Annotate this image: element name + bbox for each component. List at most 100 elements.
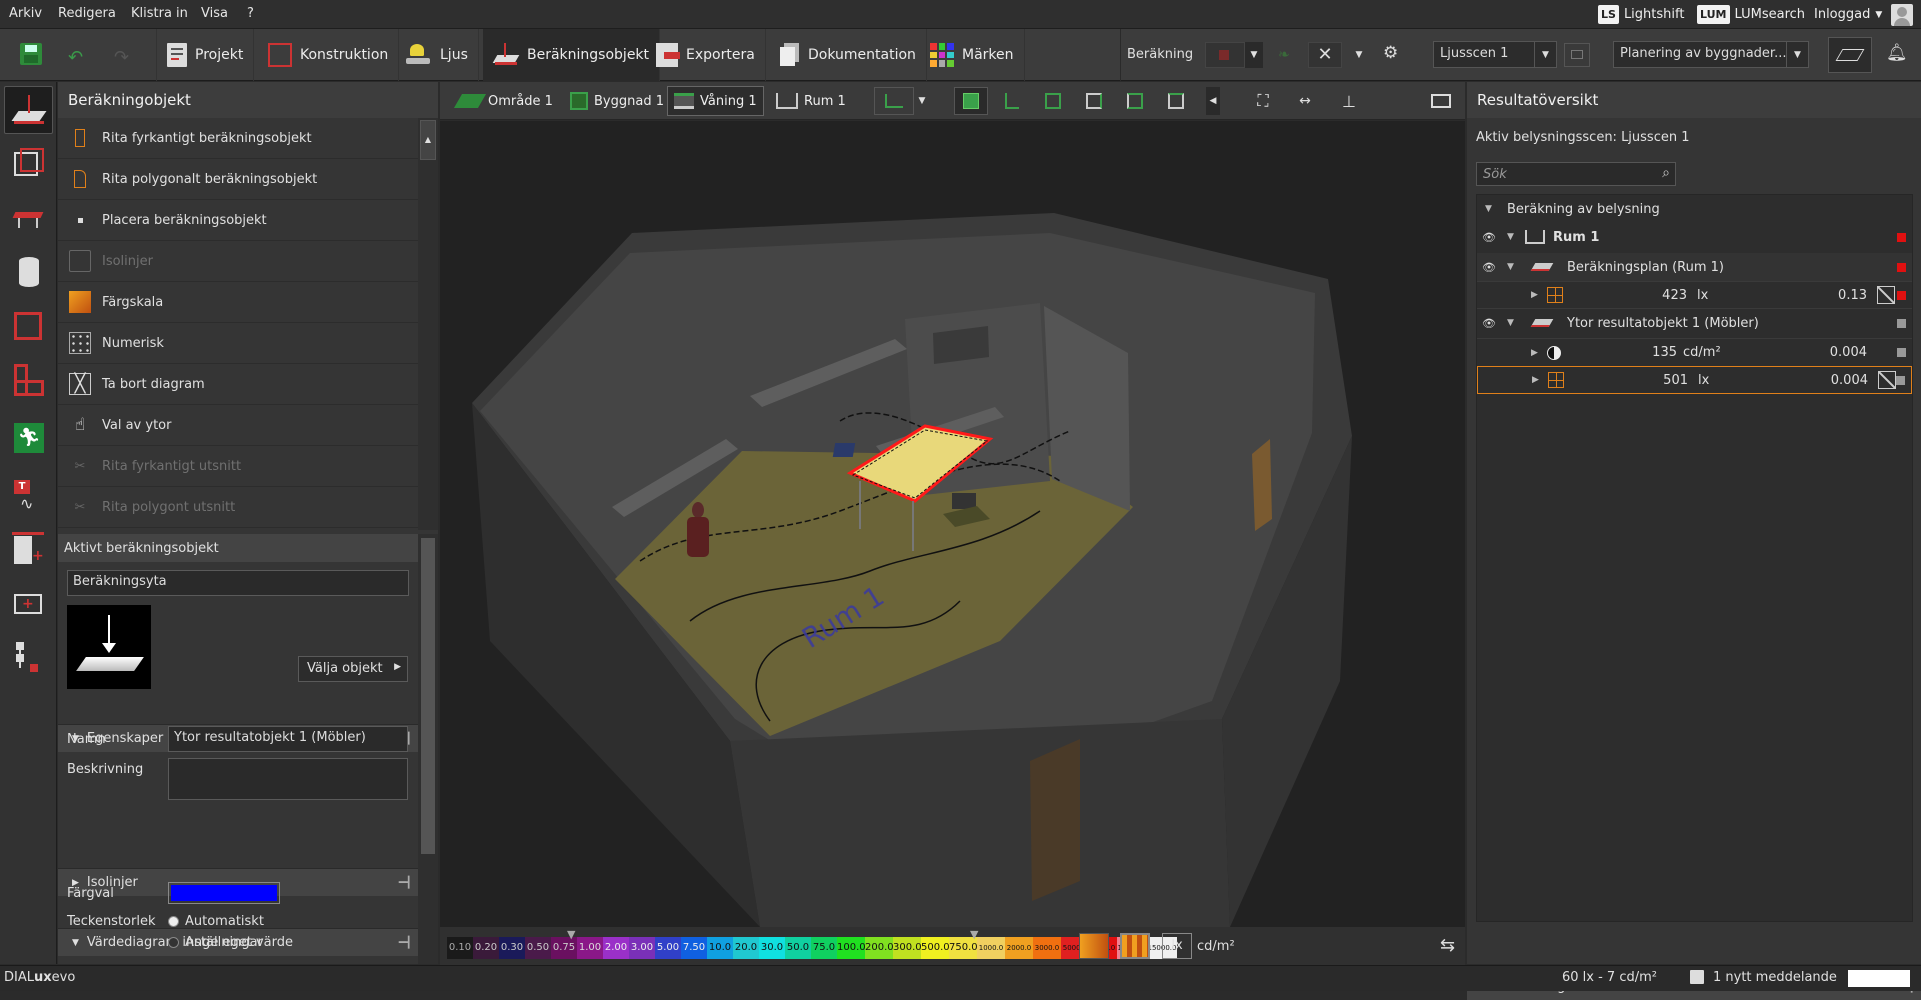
- tool-select-surfaces[interactable]: ☝ Val av ytor: [58, 405, 418, 446]
- menu-help[interactable]: ?: [247, 6, 254, 21]
- pin-icon[interactable]: ━┫: [399, 876, 412, 889]
- tab-projekt[interactable]: Projekt: [156, 29, 255, 81]
- radio-auto[interactable]: Automatiskt: [168, 914, 264, 929]
- l-view-icon[interactable]: [995, 87, 1029, 115]
- tab-exportera[interactable]: Exportera: [646, 29, 766, 81]
- measure-icon[interactable]: ↔: [1288, 87, 1322, 115]
- tab-ljus[interactable]: Ljus: [396, 29, 479, 81]
- tree-luminance-row[interactable]: ▶ 135 cd/m² 0.004: [1477, 338, 1912, 366]
- chevron-left-icon[interactable]: ◀: [1206, 87, 1220, 115]
- tool-numeric[interactable]: Numerisk: [58, 323, 418, 364]
- active-object-field[interactable]: Beräkningsyta: [67, 570, 409, 596]
- scene-select[interactable]: Ljusscen 1 ▼: [1433, 41, 1557, 68]
- pin-icon[interactable]: ━┫: [399, 936, 412, 949]
- gradient-mode-icon[interactable]: [1079, 933, 1109, 959]
- cancel-calc-icon[interactable]: ✕: [1308, 42, 1342, 68]
- dot-icon: [68, 208, 92, 232]
- bell-icon[interactable]: 🔔︎: [1886, 43, 1908, 63]
- eye-icon[interactable]: 👁︎: [1482, 261, 1496, 274]
- monitor-icon[interactable]: [1564, 43, 1590, 67]
- curve-chart-icon[interactable]: [1877, 286, 1895, 304]
- chevron-down-icon[interactable]: ▼: [1350, 42, 1368, 68]
- tool-remove-diagram[interactable]: ╳ Ta bort diagram: [58, 364, 418, 405]
- tool-draw-polygon[interactable]: Rita polygonalt beräkningsobjekt: [58, 159, 418, 200]
- planning-select[interactable]: Planering av byggnader... ▼: [1613, 41, 1809, 68]
- display-icon[interactable]: [1424, 87, 1458, 115]
- tool-list-scrollbar[interactable]: ▲: [418, 118, 438, 530]
- axes-icon[interactable]: ⊥: [1332, 87, 1366, 115]
- calc-start-button[interactable]: [1205, 42, 1245, 68]
- lumsearch-button[interactable]: LUM LUMsearch: [1697, 2, 1805, 27]
- eye-icon[interactable]: 👁︎: [1482, 231, 1496, 244]
- eye-icon[interactable]: 👁︎: [1482, 317, 1496, 330]
- table-surface-icon[interactable]: [4, 194, 53, 242]
- crumb-label: Våning 1: [700, 93, 757, 109]
- add-surface-icon[interactable]: +: [4, 526, 53, 574]
- results-search[interactable]: Sök ⌕: [1476, 162, 1676, 186]
- menu-visa[interactable]: Visa: [201, 6, 228, 21]
- curve-chart-icon[interactable]: [1878, 371, 1896, 389]
- tab-marken[interactable]: Märken: [920, 29, 1025, 81]
- tool-draw-rect[interactable]: Rita fyrkantigt beräkningsobjekt: [58, 118, 418, 159]
- swap-arrows-icon[interactable]: ⇆: [1440, 935, 1455, 956]
- 3d-viewport[interactable]: Rum 1: [440, 121, 1465, 927]
- crumb-room[interactable]: Rum 1: [770, 86, 852, 116]
- cube-view-3-icon[interactable]: [1118, 87, 1152, 115]
- tab-konstruktion[interactable]: Konstruktion: [258, 29, 400, 81]
- room-box-icon[interactable]: [4, 302, 53, 350]
- tab-dokumentation[interactable]: Dokumentation: [770, 29, 927, 81]
- chevron-down-icon[interactable]: ▼: [914, 87, 930, 115]
- cube-view-1-icon[interactable]: [1036, 87, 1070, 115]
- description-field[interactable]: [168, 758, 408, 800]
- hierarchy-icon[interactable]: [4, 634, 53, 682]
- floor-plan-icon[interactable]: [1828, 37, 1872, 73]
- user-menu[interactable]: Inloggad ▼: [1814, 2, 1914, 27]
- crumb-area[interactable]: Område 1: [452, 86, 559, 116]
- tool-color-scale[interactable]: Färgskala: [58, 282, 418, 323]
- unit-lx-button[interactable]: lx: [1162, 933, 1192, 959]
- tool-label: Rita fyrkantigt beräkningsobjekt: [102, 130, 312, 146]
- tree-room-row[interactable]: 👁︎ ▼ Rum 1: [1477, 223, 1912, 251]
- save-icon[interactable]: [20, 43, 42, 65]
- solid-view-icon[interactable]: [954, 87, 988, 115]
- name-field[interactable]: Ytor resultatobjekt 1 (Möbler): [168, 726, 408, 752]
- tree-group-row[interactable]: ▼ Beräkning av belysning: [1477, 195, 1912, 223]
- select-object-button[interactable]: Välja objekt ▶: [298, 656, 408, 682]
- zoom-fit-icon[interactable]: ⛶: [1246, 87, 1280, 115]
- properties-scrollbar[interactable]: [418, 534, 438, 964]
- radio-custom[interactable]: Ange eget värde: [168, 935, 293, 950]
- cube-view-4-icon[interactable]: [1159, 87, 1193, 115]
- crumb-building[interactable]: Byggnad 1: [564, 86, 670, 116]
- slider-handle-min-icon[interactable]: ▼: [567, 928, 575, 941]
- layout-icon[interactable]: [874, 87, 914, 115]
- add-measurement-icon[interactable]: +: [4, 580, 53, 628]
- gear-icon[interactable]: ⚙: [1383, 43, 1398, 63]
- messages-link[interactable]: 1 nytt meddelande: [1713, 970, 1837, 985]
- calc-plane-mode-icon[interactable]: [4, 86, 53, 134]
- cube-wire-icon[interactable]: [4, 140, 53, 188]
- tree-illuminance-row[interactable]: ▶ 501 lx 0.004: [1477, 366, 1912, 394]
- text-curve-icon[interactable]: T ∿: [4, 472, 53, 520]
- chevron-down-icon[interactable]: ▼: [1245, 42, 1263, 68]
- menu-redigera[interactable]: Redigera: [58, 6, 116, 21]
- color-swatch[interactable]: [168, 882, 280, 904]
- slider-handle-max-icon[interactable]: ▼: [970, 928, 978, 941]
- tree-plan-row[interactable]: 👁︎ ▼ Beräkningsplan (Rum 1): [1477, 253, 1912, 281]
- leaf-icon[interactable]: ❧: [1278, 47, 1290, 63]
- tree-plan-value-row[interactable]: ▶ 423 lx 0.13: [1477, 281, 1912, 309]
- undo-icon[interactable]: ↶: [68, 47, 83, 68]
- redo-icon[interactable]: ↷: [114, 47, 129, 68]
- l-shape-room-icon[interactable]: [4, 356, 53, 404]
- emergency-exit-icon[interactable]: 🏃︎: [4, 414, 53, 462]
- cylinder-icon[interactable]: [4, 248, 53, 296]
- tab-berakningsobjekt[interactable]: Beräkningsobjekt: [483, 29, 661, 81]
- crumb-floor[interactable]: Våning 1: [667, 86, 764, 116]
- stepped-mode-icon[interactable]: [1120, 933, 1150, 959]
- lightshift-button[interactable]: LS Lightshift: [1598, 2, 1684, 27]
- menu-arkiv[interactable]: Arkiv: [9, 6, 42, 21]
- unit-cd-label[interactable]: cd/m²: [1197, 939, 1235, 954]
- tool-place-object[interactable]: Placera beräkningsobjekt: [58, 200, 418, 241]
- tree-surface-row[interactable]: 👁︎ ▼ Ytor resultatobjekt 1 (Möbler): [1477, 309, 1912, 337]
- cube-view-2-icon[interactable]: [1077, 87, 1111, 115]
- menu-klistra-in[interactable]: Klistra in: [131, 6, 188, 21]
